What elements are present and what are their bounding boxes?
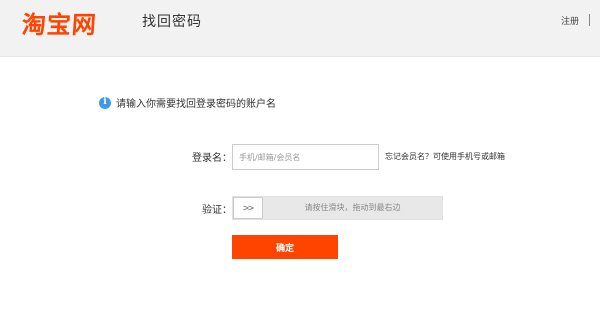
slider-instruction: 请按住滑块，拖动到最右边	[304, 203, 401, 212]
header: 淘宝网 找回密码 注册	[0, 0, 600, 57]
account-label: 登录名：	[192, 153, 232, 164]
info-icon: i	[99, 96, 111, 109]
logo-text: 淘宝网	[20, 10, 98, 39]
forgot-username-link[interactable]: 忘记会员名？可使用手机号或邮箱	[385, 151, 505, 162]
header-divider	[589, 14, 590, 26]
account-input[interactable]	[232, 144, 379, 170]
slider-handle[interactable]: >>	[233, 197, 263, 219]
confirm-button[interactable]: 确定	[232, 235, 338, 259]
taobao-logo[interactable]: 淘宝网	[20, 7, 98, 39]
slider-captcha: >> 请按住滑块，拖动到最右边	[232, 196, 443, 220]
double-chevron-right-icon: >>	[242, 202, 254, 214]
instruction-text: 请输入你需要找回登录密码的账户名	[116, 99, 276, 110]
instruction-hint: i 请输入你需要找回登录密码的账户名	[99, 95, 276, 110]
page-title: 找回密码	[142, 14, 202, 30]
register-link[interactable]: 注册	[561, 14, 579, 27]
verify-label: 验证：	[202, 205, 232, 216]
